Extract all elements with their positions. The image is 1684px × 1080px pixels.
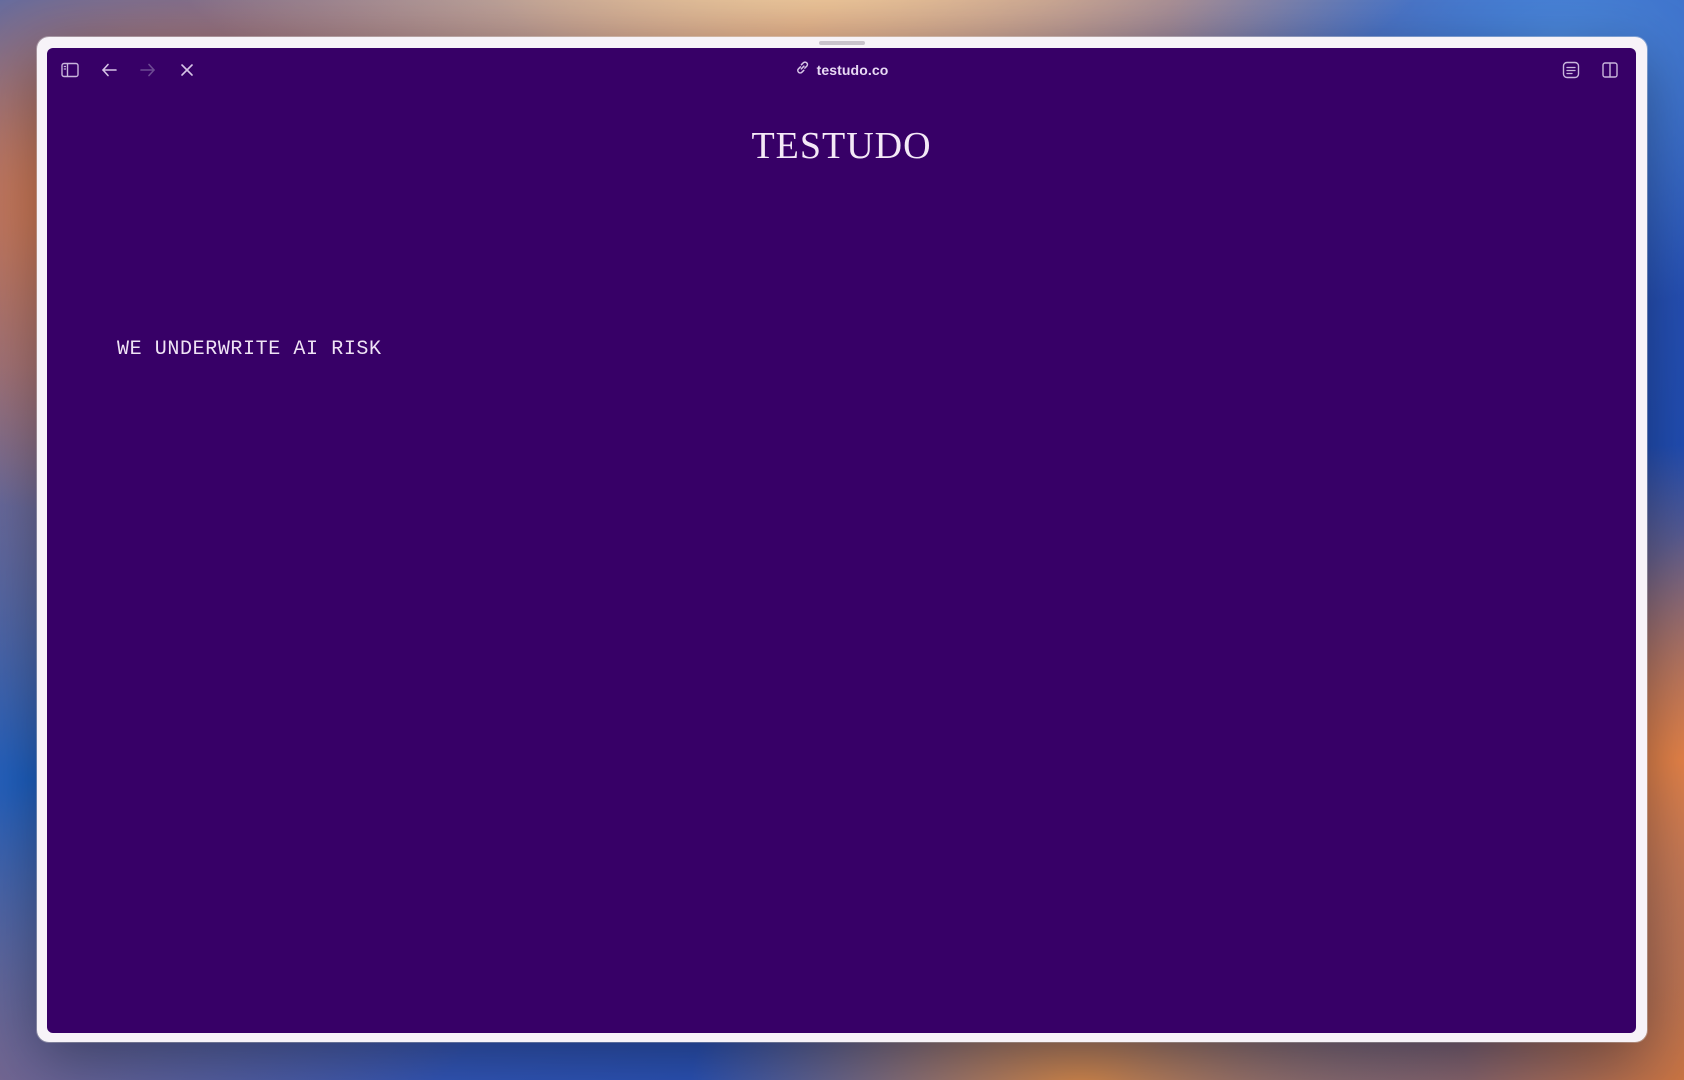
address-bar[interactable]: testudo.co bbox=[785, 57, 899, 83]
window-grab-handle[interactable] bbox=[819, 41, 865, 45]
sidebar-icon[interactable] bbox=[59, 59, 81, 81]
forward-arrow-icon[interactable] bbox=[137, 59, 159, 81]
browser-window: testudo.co TESTUDO WE UNDERWRITE AI RISK bbox=[37, 37, 1647, 1042]
link-icon bbox=[795, 60, 810, 80]
hero-tagline: WE UNDERWRITE AI RISK bbox=[117, 338, 382, 361]
back-arrow-icon[interactable] bbox=[98, 59, 120, 81]
browser-toolbar: testudo.co bbox=[47, 48, 1636, 92]
split-view-icon[interactable] bbox=[1599, 59, 1621, 81]
url-text: testudo.co bbox=[816, 62, 889, 78]
close-icon[interactable] bbox=[176, 59, 198, 81]
browser-viewport: testudo.co TESTUDO WE UNDERWRITE AI RISK bbox=[47, 48, 1636, 1033]
site-title: TESTUDO bbox=[751, 125, 932, 167]
reader-mode-icon[interactable] bbox=[1560, 59, 1582, 81]
